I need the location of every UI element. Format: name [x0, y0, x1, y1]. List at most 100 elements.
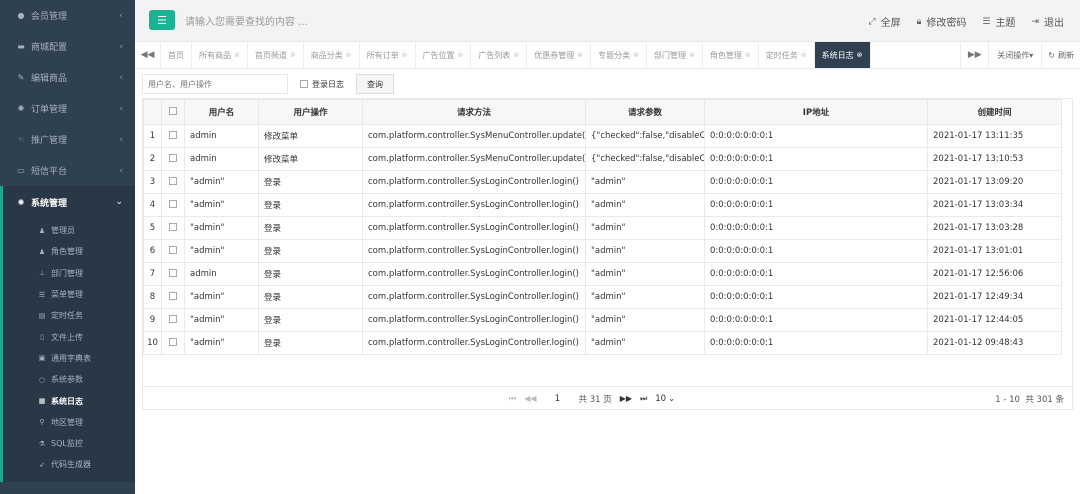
tab-scroll-left-button[interactable]: ◀◀ [135, 42, 161, 68]
logout-button[interactable]: ⇥ 退出 [1031, 14, 1064, 30]
checkbox-box[interactable] [300, 80, 308, 88]
table-row[interactable]: 8 "admin" 登录 com.platform.controller.SysLog… [143, 285, 1062, 309]
close-icon[interactable]: ⊗ [402, 51, 408, 59]
table-row[interactable]: 4 "admin" 登录 com.platform.controller.SysLog… [143, 193, 1062, 217]
close-icon[interactable]: ⊗ [689, 51, 695, 59]
table-row[interactable]: 9 "admin" 登录 com.platform.controller.SysLog… [143, 308, 1062, 332]
row-checkbox[interactable] [161, 285, 185, 309]
current-page-input[interactable]: 1 [545, 394, 571, 404]
tab-departments[interactable]: 部门管理 ⊗ [647, 42, 703, 68]
refresh-button[interactable]: ↻ 刷新 [1041, 42, 1080, 68]
row-checkbox[interactable] [161, 147, 185, 171]
sidebar-item-regions[interactable]: ⚲ 地区管理 [3, 412, 135, 433]
table-row[interactable]: 6 "admin" 登录 com.platform.controller.SysLog… [143, 239, 1062, 263]
close-icon[interactable]: ⊗ [346, 51, 352, 59]
tab-all-goods[interactable]: 所有商品 ⊗ [192, 42, 248, 68]
row-checkbox[interactable] [161, 262, 185, 286]
menu-toggle-button[interactable]: ☰ [149, 10, 175, 30]
cell-created-time: 2021-01-17 12:44:05 [927, 308, 1062, 332]
sidebar-item-dictionary[interactable]: ▣ 通用字典表 [3, 348, 135, 369]
close-icon[interactable]: ⊗ [290, 51, 296, 59]
sidebar-item-admin[interactable]: ♟ 管理员 [3, 220, 135, 241]
table-row[interactable]: 7 admin 登录 com.platform.controller.SysLogin… [143, 262, 1062, 286]
table-row[interactable]: 10 "admin" 登录 com.platform.controller.SysLo… [143, 331, 1062, 355]
prev-page-icon[interactable]: ◀◀ [524, 394, 536, 403]
column-header[interactable]: IP地址 [704, 99, 928, 125]
next-page-icon[interactable]: ▶▶ [620, 394, 632, 403]
tab-goods-category[interactable]: 商品分类 ⊗ [304, 42, 360, 68]
menu-orders[interactable]: ✺ 订单管理 ‹ [0, 93, 135, 124]
tab-system-logs[interactable]: 系统日志 ⊗ [814, 42, 871, 68]
close-icon[interactable]: ⊗ [577, 51, 583, 59]
tab-ad-position[interactable]: 广告位置 ⊗ [416, 42, 472, 68]
sidebar-item-params[interactable]: ○ 系统参数 [3, 369, 135, 390]
menu-promotion[interactable]: ☜ 推广管理 ‹ [0, 124, 135, 155]
change-password-button[interactable]: 🔒︎ 修改密码 [917, 14, 967, 30]
row-checkbox[interactable] [161, 216, 185, 240]
column-header[interactable]: 用户操作 [258, 99, 363, 125]
close-operations-dropdown[interactable]: 关闭操作 ▾ [988, 42, 1041, 68]
book-icon: ▣ [38, 354, 46, 363]
select-all-checkbox[interactable] [161, 99, 185, 125]
sidebar-item-departments[interactable]: ⊥ 部门管理 [3, 263, 135, 284]
last-page-icon[interactable]: ⏭ [640, 394, 647, 404]
sidebar-item-upload[interactable]: ▯ 文件上传 [3, 326, 135, 347]
row-checkbox[interactable] [161, 239, 185, 263]
theme-button[interactable]: ☰ 主题 [982, 14, 1015, 30]
column-header[interactable]: 请求方法 [362, 99, 586, 125]
close-icon[interactable]: ⊗ [458, 51, 464, 59]
query-button[interactable]: 查询 [356, 74, 394, 94]
chevron-left-icon: ‹ [119, 134, 123, 145]
menu-system[interactable]: ✺ 系统管理 ⌄ [0, 186, 135, 218]
table-row[interactable]: 5 "admin" 登录 com.platform.controller.SysLog… [143, 216, 1062, 240]
first-page-icon[interactable]: ⏮ [509, 394, 516, 404]
tab-scheduled-tasks[interactable]: 定时任务 ⊗ [759, 42, 815, 68]
menu-edit-goods[interactable]: ✎ 编辑商品 ‹ [0, 62, 135, 93]
table-row[interactable]: 2 admin 修改菜单 com.platform.controller.SysMen… [143, 147, 1062, 171]
close-icon[interactable]: ⊗ [745, 51, 751, 59]
row-checkbox[interactable] [161, 193, 185, 217]
menu-sms[interactable]: ▭ 短信平台 ‹ [0, 155, 135, 186]
tab-home-channel[interactable]: 首页频道 ⊗ [248, 42, 304, 68]
tab-topic-category[interactable]: 专题分类 ⊗ [591, 42, 647, 68]
column-header[interactable]: 用户名 [184, 99, 259, 125]
column-header[interactable]: 请求参数 [585, 99, 705, 125]
sidebar-item-menus[interactable]: ☰ 菜单管理 [3, 284, 135, 305]
menu-shop-config[interactable]: ▬ 商城配置 ‹ [0, 31, 135, 62]
menu-member[interactable]: ● 会员管理 ‹ [0, 0, 135, 31]
expand-icon: ⤢ [868, 16, 876, 27]
cell-operation: 修改菜单 [258, 147, 363, 171]
row-number: 4 [143, 193, 162, 217]
close-icon[interactable]: ⊗ [801, 51, 807, 59]
search-input[interactable]: 请输入您需要查找的内容 ... [185, 13, 445, 28]
sidebar-item-sql[interactable]: ⚗ SQL监控 [3, 433, 135, 454]
page-size-select[interactable]: 10 ⌄ [655, 394, 675, 404]
close-icon[interactable]: ⊗ [857, 51, 863, 59]
close-icon[interactable]: ⊗ [234, 51, 240, 59]
tab-roles[interactable]: 角色管理 ⊗ [703, 42, 759, 68]
row-checkbox[interactable] [161, 124, 185, 148]
table-row[interactable]: 1 admin 修改菜单 com.platform.controller.SysMen… [143, 124, 1062, 148]
column-header[interactable]: 创建时间 [927, 99, 1062, 125]
tab-ad-list[interactable]: 广告列表 ⊗ [471, 42, 528, 68]
fullscreen-button[interactable]: ⤢ 全屏 [868, 14, 900, 30]
sidebar-item-tasks[interactable]: ▤ 定时任务 [3, 305, 135, 326]
tab-all-orders[interactable]: 所有订单 ⊗ [360, 42, 416, 68]
keyword-search-input[interactable] [142, 74, 288, 94]
chevron-down-icon: ⌄ [115, 197, 123, 207]
row-checkbox[interactable] [161, 308, 185, 332]
tab-coupons[interactable]: 优惠券管理 ⊗ [527, 42, 592, 68]
row-checkbox[interactable] [161, 170, 185, 194]
close-icon[interactable]: ⊗ [633, 51, 639, 59]
tab-home[interactable]: 首页 [161, 42, 192, 68]
tab-scroll-right-button[interactable]: ▶▶ [960, 42, 988, 68]
sidebar-item-codegen[interactable]: ➶ 代码生成器 [3, 454, 135, 475]
login-log-checkbox[interactable]: 登录日志 [300, 79, 344, 90]
row-number: 8 [143, 285, 162, 309]
row-checkbox[interactable] [161, 331, 185, 355]
sidebar-item-logs[interactable]: ▦ 系统日志 [3, 390, 135, 411]
table-row[interactable]: 3 "admin" 登录 com.platform.controller.SysLog… [143, 170, 1062, 194]
sidebar-item-roles[interactable]: ♟ 角色管理 [3, 241, 135, 262]
close-icon[interactable]: ⊗ [513, 51, 519, 59]
tab-label: 广告列表 [478, 50, 511, 60]
